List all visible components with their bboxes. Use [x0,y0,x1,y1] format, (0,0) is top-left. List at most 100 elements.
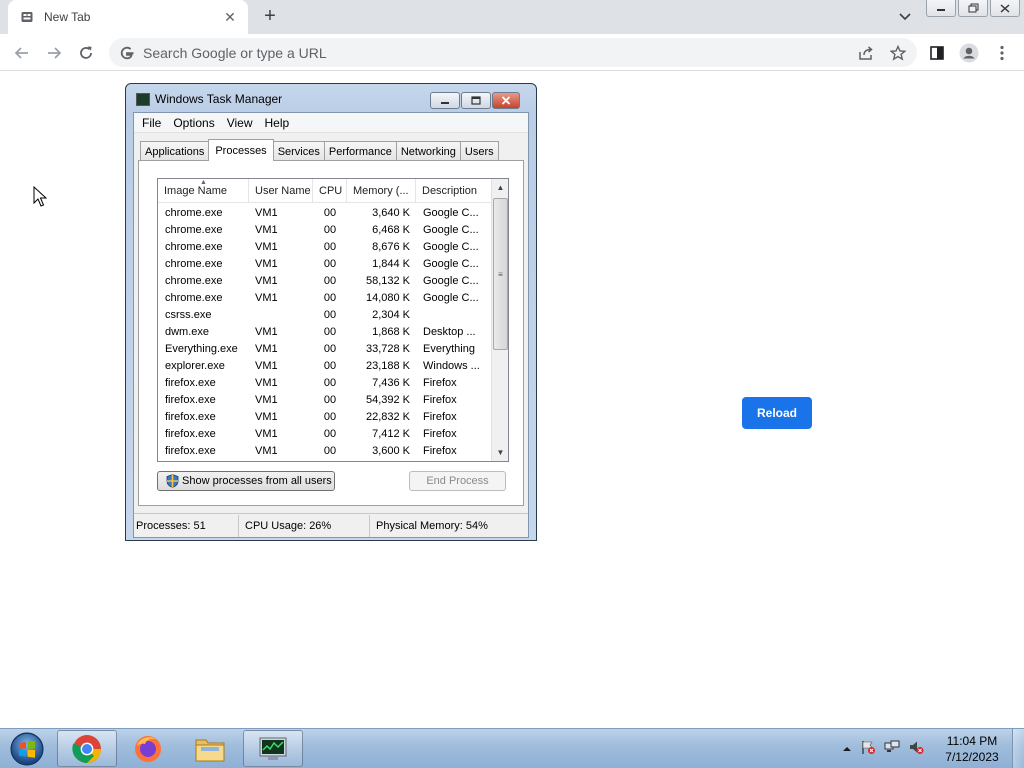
process-memory: 3,640 K [372,206,410,219]
minimize-button[interactable] [926,0,956,17]
show-all-users-button[interactable]: Show processes from all users [157,471,335,491]
menu-kebab-icon[interactable] [992,43,1012,63]
menu-view[interactable]: View [221,116,259,130]
process-rows: chrome.exe VM1 00 3,640 K Google C... chrome.… [158,204,491,459]
windows-orb-icon [10,732,44,766]
tm-maximize-button[interactable] [461,92,491,109]
start-button[interactable] [6,731,48,767]
process-cpu: 00 [323,444,337,457]
page-reload-button[interactable]: Reload [742,397,812,429]
side-panel-icon[interactable] [927,43,947,63]
show-desktop-button[interactable] [1012,729,1024,768]
process-row[interactable]: csrss.exe 00 2,304 K [158,306,491,323]
back-arrow-icon[interactable] [11,42,33,64]
process-row[interactable]: firefox.exe VM1 00 7,436 K Firefox [158,374,491,391]
tab-processes[interactable]: Processes [208,139,274,161]
process-description: Google C... [423,291,479,304]
process-memory: 6,468 K [372,223,410,236]
process-cpu: 00 [323,308,337,321]
taskbar-clock[interactable]: 11:04 PM 7/12/2023 [938,733,1006,765]
process-row[interactable]: dwm.exe VM1 00 1,868 K Desktop ... [158,323,491,340]
tab-applications[interactable]: Applications [140,141,210,161]
bookmark-star-icon[interactable] [888,43,908,63]
volume-muted-icon[interactable] [908,739,924,758]
process-row[interactable]: chrome.exe VM1 00 6,468 K Google C... [158,221,491,238]
process-row[interactable]: firefox.exe VM1 00 7,412 K Firefox [158,425,491,442]
process-row[interactable]: firefox.exe VM1 00 54,392 K Firefox [158,391,491,408]
reload-icon[interactable] [75,42,97,64]
tm-close-button[interactable] [492,92,520,109]
process-image-name: explorer.exe [165,359,225,372]
process-memory: 3,600 K [372,444,410,457]
process-cpu: 00 [323,359,337,372]
process-cpu: 00 [323,393,337,406]
tab-networking[interactable]: Networking [395,141,461,161]
process-image-name: firefox.exe [165,393,216,406]
process-user-name: VM1 [255,206,278,219]
taskbar-firefox[interactable] [118,730,178,767]
column-image-name[interactable]: ▲ Image Name [158,179,249,202]
task-manager-titlebar[interactable]: Windows Task Manager [136,92,282,106]
taskbar-chrome[interactable] [57,730,117,767]
show-hidden-icons-icon[interactable] [842,742,852,756]
column-description[interactable]: Description [416,179,491,202]
menu-file[interactable]: File [136,116,167,130]
process-row[interactable]: chrome.exe VM1 00 14,080 K Google C... [158,289,491,306]
forward-arrow-icon[interactable] [43,42,65,64]
process-description [416,306,491,323]
process-row[interactable]: chrome.exe VM1 00 3,640 K Google C... [158,204,491,221]
process-cpu: 00 [323,240,337,253]
process-list-scrollbar[interactable]: ▲ ≡ ▼ [491,179,508,461]
scroll-down-arrow-icon[interactable]: ▼ [492,444,508,461]
process-description: Firefox [423,444,457,457]
folder-icon [195,739,225,761]
action-center-flag-icon[interactable] [860,739,876,758]
sort-up-icon: ▲ [200,179,207,186]
process-memory: 2,304 K [372,308,410,321]
taskbar-explorer[interactable] [180,730,240,767]
column-cpu[interactable]: CPU [313,179,347,202]
column-image-name-label: Image Name [164,184,227,197]
new-tab-button[interactable]: + [259,6,281,27]
process-row[interactable]: firefox.exe VM1 00 22,832 K Firefox [158,408,491,425]
menu-options[interactable]: Options [167,116,220,130]
network-icon[interactable] [884,739,900,758]
tab-close-icon[interactable]: ✕ [222,9,238,25]
process-cpu: 00 [323,427,337,440]
process-user-name: VM1 [255,223,278,236]
tab-services[interactable]: Services [272,141,325,161]
task-manager-window-controls [430,92,520,109]
share-icon[interactable] [856,43,876,63]
process-row[interactable]: chrome.exe VM1 00 8,676 K Google C... [158,238,491,255]
column-memory[interactable]: Memory (... [347,179,416,202]
close-button[interactable] [990,0,1020,17]
tab-new-tab[interactable]: New Tab ✕ [8,0,248,34]
task-manager-icon [136,92,150,106]
process-row[interactable]: firefox.exe VM1 00 3,600 K Firefox [158,442,491,459]
tab-performance[interactable]: Performance [323,141,397,161]
end-process-button[interactable]: End Process [409,471,506,491]
scroll-up-arrow-icon[interactable]: ▲ [492,179,508,196]
process-row[interactable]: explorer.exe VM1 00 23,188 K Windows ... [158,357,491,374]
process-image-name: chrome.exe [165,206,223,219]
restore-button[interactable] [958,0,988,17]
tm-minimize-button[interactable] [430,92,460,109]
process-row[interactable]: chrome.exe VM1 00 58,132 K Google C... [158,272,491,289]
scroll-thumb[interactable]: ≡ [493,198,508,350]
process-memory: 1,868 K [372,325,410,338]
omnibox[interactable]: Search Google or type a URL [109,38,917,67]
process-row[interactable]: Everything.exe VM1 00 33,728 K Everything [158,340,491,357]
tab-users[interactable]: Users [459,141,499,161]
menu-help[interactable]: Help [259,116,296,130]
taskbar-task-manager[interactable] [243,730,303,767]
process-image-name: chrome.exe [165,223,223,236]
clock-date: 7/12/2023 [945,750,999,764]
firefox-icon [135,735,161,762]
tab-search-chevron-icon[interactable] [895,8,915,26]
task-manager-tabs: Applications Processes Services Performa… [140,139,499,161]
profile-avatar-icon[interactable] [959,43,979,63]
process-row[interactable]: chrome.exe VM1 00 1,844 K Google C... [158,255,491,272]
column-user-name[interactable]: User Name [249,179,313,202]
process-image-name: Everything.exe [165,342,238,355]
task-manager-icon [259,737,287,760]
